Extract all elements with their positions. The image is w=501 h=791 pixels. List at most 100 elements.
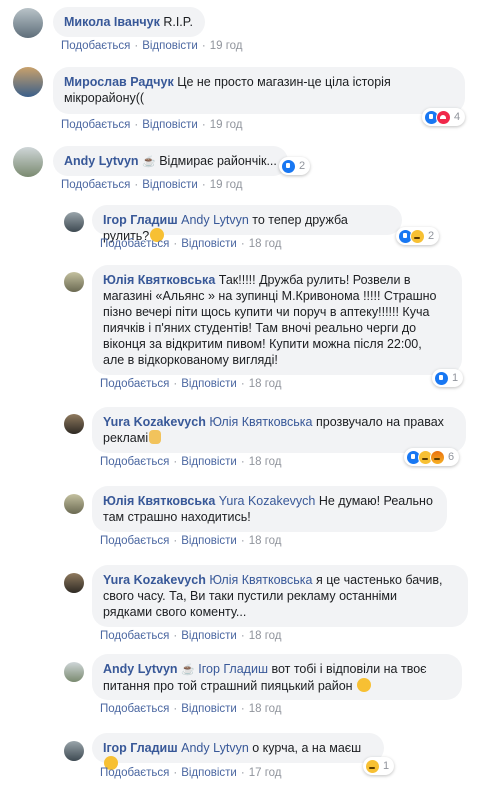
comment-author[interactable]: Микола Іванчук — [64, 15, 160, 29]
mention-link[interactable]: Юлія Квятковська — [209, 415, 312, 429]
thumbs-up-emoji-icon — [149, 430, 162, 444]
comment-time[interactable]: 18 год — [249, 456, 282, 468]
comment-text: вот тобі і відповіли на твоє — [268, 662, 427, 676]
like-link[interactable]: Подобається — [61, 179, 130, 191]
comment-text: але в відкоркованому вигляді! — [103, 353, 278, 367]
comment-text: о курча, а на маєш — [248, 741, 362, 755]
comment-meta: Подобається · Відповісти · 18 год — [100, 238, 282, 250]
avatar[interactable] — [13, 67, 43, 97]
comment-time[interactable]: 18 год — [249, 535, 282, 547]
comment-author[interactable]: Юлія Квятковська — [103, 273, 215, 287]
reply-link[interactable]: Відповісти — [142, 179, 198, 191]
comment-author[interactable]: Andy Lytvyn — [103, 662, 178, 676]
comment-text: рядками свого коменту... — [103, 605, 247, 619]
comment-text: пізно вечері піти щось купити чи поруч в… — [103, 305, 430, 319]
like-link[interactable]: Подобається — [100, 630, 169, 642]
like-link[interactable]: Подобається — [100, 703, 169, 715]
comment-author[interactable]: Andy Lytvyn — [64, 154, 139, 168]
mention-link[interactable]: Andy Lytvyn — [181, 741, 249, 755]
reply-link[interactable]: Відповісти — [181, 630, 237, 642]
haha-reaction-icon — [410, 228, 425, 244]
mention-link[interactable]: Ігор Гладиш — [198, 662, 268, 676]
avatar[interactable] — [64, 741, 84, 761]
comment-bubble: Yura Kozakevych Юлія Квятковська прозвуч… — [92, 407, 466, 453]
comment-time[interactable]: 18 год — [249, 630, 282, 642]
mention-link[interactable]: Юлія Квятковська — [209, 573, 312, 587]
comment-time[interactable]: 19 год — [210, 40, 243, 52]
comment-text: я це частенько бачив, — [312, 573, 443, 587]
like-link[interactable]: Подобається — [100, 535, 169, 547]
reactions-count: 6 — [448, 451, 455, 463]
reactions-count: 2 — [299, 160, 306, 172]
reply-link[interactable]: Відповісти — [181, 238, 237, 250]
reactions-summary[interactable]: 4 — [422, 108, 466, 126]
reactions-count: 1 — [452, 372, 459, 384]
avatar[interactable] — [64, 212, 84, 232]
like-link[interactable]: Подобається — [100, 767, 169, 779]
like-link[interactable]: Подобається — [100, 456, 169, 468]
comment-meta: Подобається · Відповісти · 18 год — [100, 535, 282, 547]
reactions-count: 2 — [428, 230, 435, 242]
avatar[interactable] — [64, 272, 84, 292]
comment-text: R.I.P. — [159, 15, 193, 29]
comment-author[interactable]: Yura Kozakevych — [103, 573, 206, 587]
comment-bubble: Yura Kozakevych Юлія Квятковська я це ча… — [92, 565, 468, 627]
comment-author[interactable]: Юлія Квятковська — [103, 494, 215, 508]
comment-author[interactable]: Ігор Гладиш — [103, 213, 178, 227]
comment-time[interactable]: 18 год — [249, 703, 282, 715]
comment-time[interactable]: 19 год — [210, 179, 243, 191]
like-reaction-icon — [434, 370, 449, 386]
reply-link[interactable]: Відповісти — [142, 119, 198, 131]
comment-author[interactable]: Мирослав Радчук — [64, 75, 174, 89]
comment-text: пиячків і п'яних студентів! Там вночі ре… — [103, 321, 417, 335]
comment-time[interactable]: 18 год — [249, 378, 282, 390]
comment-text: там страшно находитись! — [103, 510, 251, 524]
reply-link[interactable]: Відповісти — [142, 40, 198, 52]
comment-meta: Подобається · Відповісти · 18 год — [100, 703, 282, 715]
comment-text: Не думаю! Реально — [315, 494, 433, 508]
reply-link[interactable]: Відповісти — [181, 378, 237, 390]
avatar[interactable] — [13, 147, 43, 177]
reactions-summary[interactable]: 1 — [363, 757, 395, 775]
reply-link[interactable]: Відповісти — [181, 767, 237, 779]
avatar[interactable] — [64, 494, 84, 514]
reactions-summary[interactable]: 2 — [396, 227, 440, 245]
coffee-icon: ☕ — [181, 664, 195, 676]
reply-link[interactable]: Відповісти — [181, 535, 237, 547]
comment-bubble: Andy Lytvyn ☕ Відмирає райончік... — [53, 146, 288, 176]
comment-time[interactable]: 18 год — [249, 238, 282, 250]
comment-meta: Подобається · Відповісти · 18 год — [100, 378, 282, 390]
comment-text: свого часу. Та, Ви таки пустили рекламу … — [103, 589, 397, 603]
reply-link[interactable]: Відповісти — [181, 703, 237, 715]
comment-bubble: Ігор Гладиш Andy Lytvyn о курча, а на ма… — [92, 733, 384, 770]
like-link[interactable]: Подобається — [61, 40, 130, 52]
comment-text: Це не просто магазин-це ціла історія — [173, 75, 391, 89]
sad-emoji-icon — [357, 678, 372, 692]
comment-author[interactable]: Ігор Гладиш — [103, 741, 178, 755]
comment-text: Так!!!!! Дружба рулить! Розвели в — [215, 273, 411, 287]
reactions-summary[interactable]: 6 — [404, 448, 460, 466]
like-link[interactable]: Подобається — [61, 119, 130, 131]
avatar[interactable] — [64, 662, 84, 682]
avatar[interactable] — [64, 414, 84, 434]
reactions-count: 1 — [383, 760, 390, 772]
comment-author[interactable]: Yura Kozakevych — [103, 415, 206, 429]
mention-link[interactable]: Andy Lytvyn — [181, 213, 249, 227]
comment-text: магазині «Альянс » на зупинці М.Кривоном… — [103, 289, 437, 303]
comment-meta: Подобається · Відповісти · 18 год — [100, 630, 282, 642]
comment-time[interactable]: 19 год — [210, 119, 243, 131]
reactions-summary[interactable]: 1 — [432, 369, 464, 387]
avatar[interactable] — [64, 573, 84, 593]
comment-bubble: Микола Іванчук R.I.P. — [53, 7, 205, 37]
like-link[interactable]: Подобається — [100, 238, 169, 250]
like-reaction-icon — [281, 158, 296, 174]
like-link[interactable]: Подобається — [100, 378, 169, 390]
mention-link[interactable]: Yura Kozakevych — [219, 494, 316, 508]
reply-link[interactable]: Відповісти — [181, 456, 237, 468]
comment-bubble: Юлія Квятковська Так!!!!! Дружба рулить!… — [92, 265, 462, 375]
comment-text: питання про той страшний пияцький район — [103, 679, 353, 693]
avatar[interactable] — [13, 8, 43, 38]
comment-time[interactable]: 17 год — [249, 767, 282, 779]
comment-bubble: Мирослав Радчук Це не просто магазин-це … — [53, 67, 465, 114]
reactions-summary[interactable]: 2 — [279, 157, 311, 175]
